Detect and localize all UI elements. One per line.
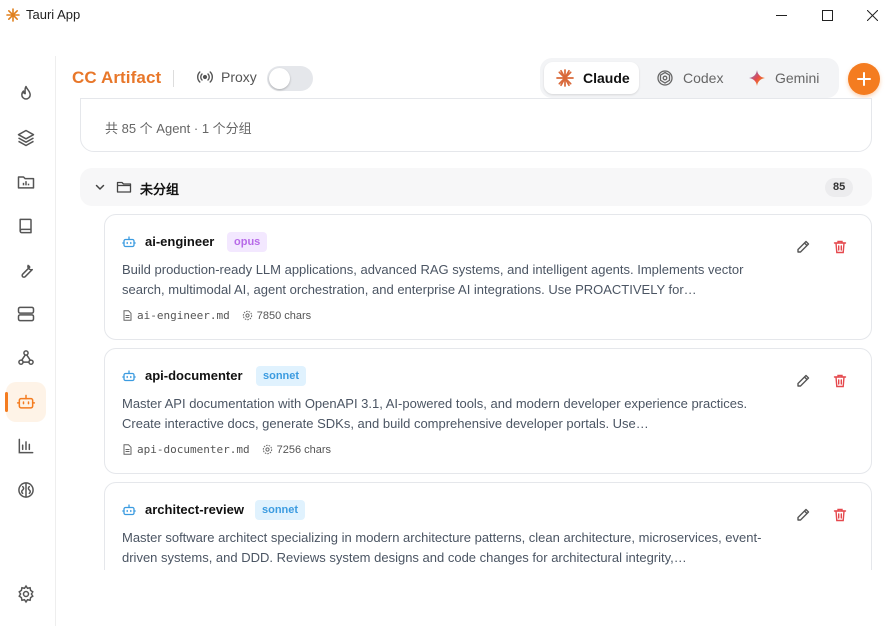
pencil-icon[interactable] (795, 239, 811, 255)
sidebar-item-hooks[interactable] (6, 338, 46, 378)
minimize-icon (775, 14, 787, 16)
maximize-button[interactable] (804, 0, 850, 30)
bot-icon (122, 370, 136, 382)
file-icon (123, 444, 132, 455)
sidebar-item-memory[interactable] (6, 470, 46, 510)
bar-chart-icon (18, 438, 34, 454)
agent-filename: api-documenter.md (137, 443, 250, 456)
brain-icon (18, 482, 34, 498)
title-bar: Tauri App (0, 0, 895, 30)
file-icon (123, 310, 132, 321)
sidebar-item-tools[interactable] (6, 250, 46, 290)
sidebar-item-stats[interactable] (6, 426, 46, 466)
brand-title: CC Artifact (72, 68, 162, 87)
book-icon (19, 218, 32, 234)
header-divider (173, 70, 174, 87)
cog-icon (262, 444, 272, 455)
sidebar (0, 56, 56, 626)
tab-claude[interactable]: Claude (544, 62, 639, 94)
broadcast-icon (197, 71, 213, 83)
close-icon (866, 9, 878, 21)
plus-icon (857, 72, 871, 86)
agent-description: Build production-ready LLM applications,… (122, 262, 744, 297)
model-badge: sonnet (256, 366, 307, 386)
maximize-icon (821, 9, 833, 21)
agent-meta: ai-engineer.md 7850 chars (122, 309, 311, 322)
tab-gemini[interactable]: Gemini (742, 62, 834, 94)
gear-icon (18, 584, 34, 604)
sidebar-item-servers[interactable] (6, 294, 46, 334)
model-badge: sonnet (255, 500, 306, 520)
group-header[interactable]: 未分组 85 (80, 168, 872, 206)
chevron-down-icon (95, 184, 105, 190)
folder-chart-icon (17, 176, 35, 189)
group-count-badge: 85 (825, 178, 854, 197)
provider-tabs: Claude Codex Gemini (540, 58, 839, 98)
gemini-icon (749, 70, 765, 86)
claude-icon (556, 69, 574, 87)
sidebar-item-projects[interactable] (6, 162, 46, 202)
minimize-button[interactable] (758, 0, 804, 30)
agent-card[interactable]: ai-engineer opus Build production-ready … (104, 214, 872, 340)
layers-icon (17, 129, 35, 147)
agent-card[interactable]: api-documenter sonnet Master API documen… (104, 348, 872, 474)
agent-card[interactable]: architect-review sonnet Master software … (104, 482, 872, 570)
proxy-label: Proxy (221, 69, 257, 85)
agent-name: ai-engineer (145, 234, 215, 249)
pencil-icon[interactable] (795, 507, 811, 523)
sidebar-item-docs[interactable] (6, 206, 46, 246)
flame-icon (21, 85, 31, 100)
trash-icon[interactable] (832, 507, 848, 523)
agent-meta: api-documenter.md 7256 chars (122, 443, 331, 456)
agent-description: Master API documentation with OpenAPI 3.… (122, 396, 748, 431)
proxy-toggle[interactable] (267, 66, 313, 91)
agent-filename: ai-engineer.md (137, 309, 230, 322)
close-button[interactable] (849, 0, 895, 30)
tab-label: Claude (583, 70, 630, 86)
app-header: CC Artifact Proxy Claude Codex Gemini (56, 56, 895, 100)
agent-list[interactable]: ai-engineer opus Build production-ready … (56, 206, 895, 570)
openai-icon (657, 70, 673, 86)
model-badge: opus (227, 232, 268, 252)
sunburst-icon (6, 8, 20, 22)
folder-icon (116, 181, 132, 193)
webhook-icon (18, 350, 34, 365)
group-name: 未分组 (140, 182, 180, 197)
sidebar-item-prompts[interactable] (6, 74, 46, 114)
window-title: Tauri App (26, 7, 81, 22)
tab-label: Gemini (775, 70, 820, 86)
trash-icon[interactable] (832, 239, 848, 255)
summary-text: 共 85 个 Agent · 1 个分组 (105, 121, 252, 136)
server-icon (17, 306, 35, 322)
sidebar-item-settings[interactable] (6, 574, 46, 614)
agent-summary: 共 85 个 Agent · 1 个分组 (80, 98, 872, 152)
tab-label: Codex (683, 70, 724, 86)
sidebar-item-layers[interactable] (6, 118, 46, 158)
agent-name: architect-review (145, 502, 244, 517)
agent-description: Master software architect specializing i… (122, 530, 762, 565)
tab-codex[interactable]: Codex (648, 62, 730, 94)
sidebar-item-agents[interactable] (5, 382, 46, 422)
agent-name: api-documenter (145, 368, 243, 383)
bot-icon (122, 236, 136, 248)
toggle-knob (269, 68, 290, 89)
cog-icon (242, 310, 252, 321)
trash-icon[interactable] (832, 373, 848, 389)
agent-char-count: 7256 chars (276, 443, 332, 456)
bot-icon (16, 394, 36, 409)
add-agent-button[interactable] (848, 63, 880, 95)
bot-icon (122, 504, 136, 516)
agent-char-count: 7850 chars (256, 309, 312, 322)
wrench-icon (21, 264, 33, 278)
pencil-icon[interactable] (795, 373, 811, 389)
